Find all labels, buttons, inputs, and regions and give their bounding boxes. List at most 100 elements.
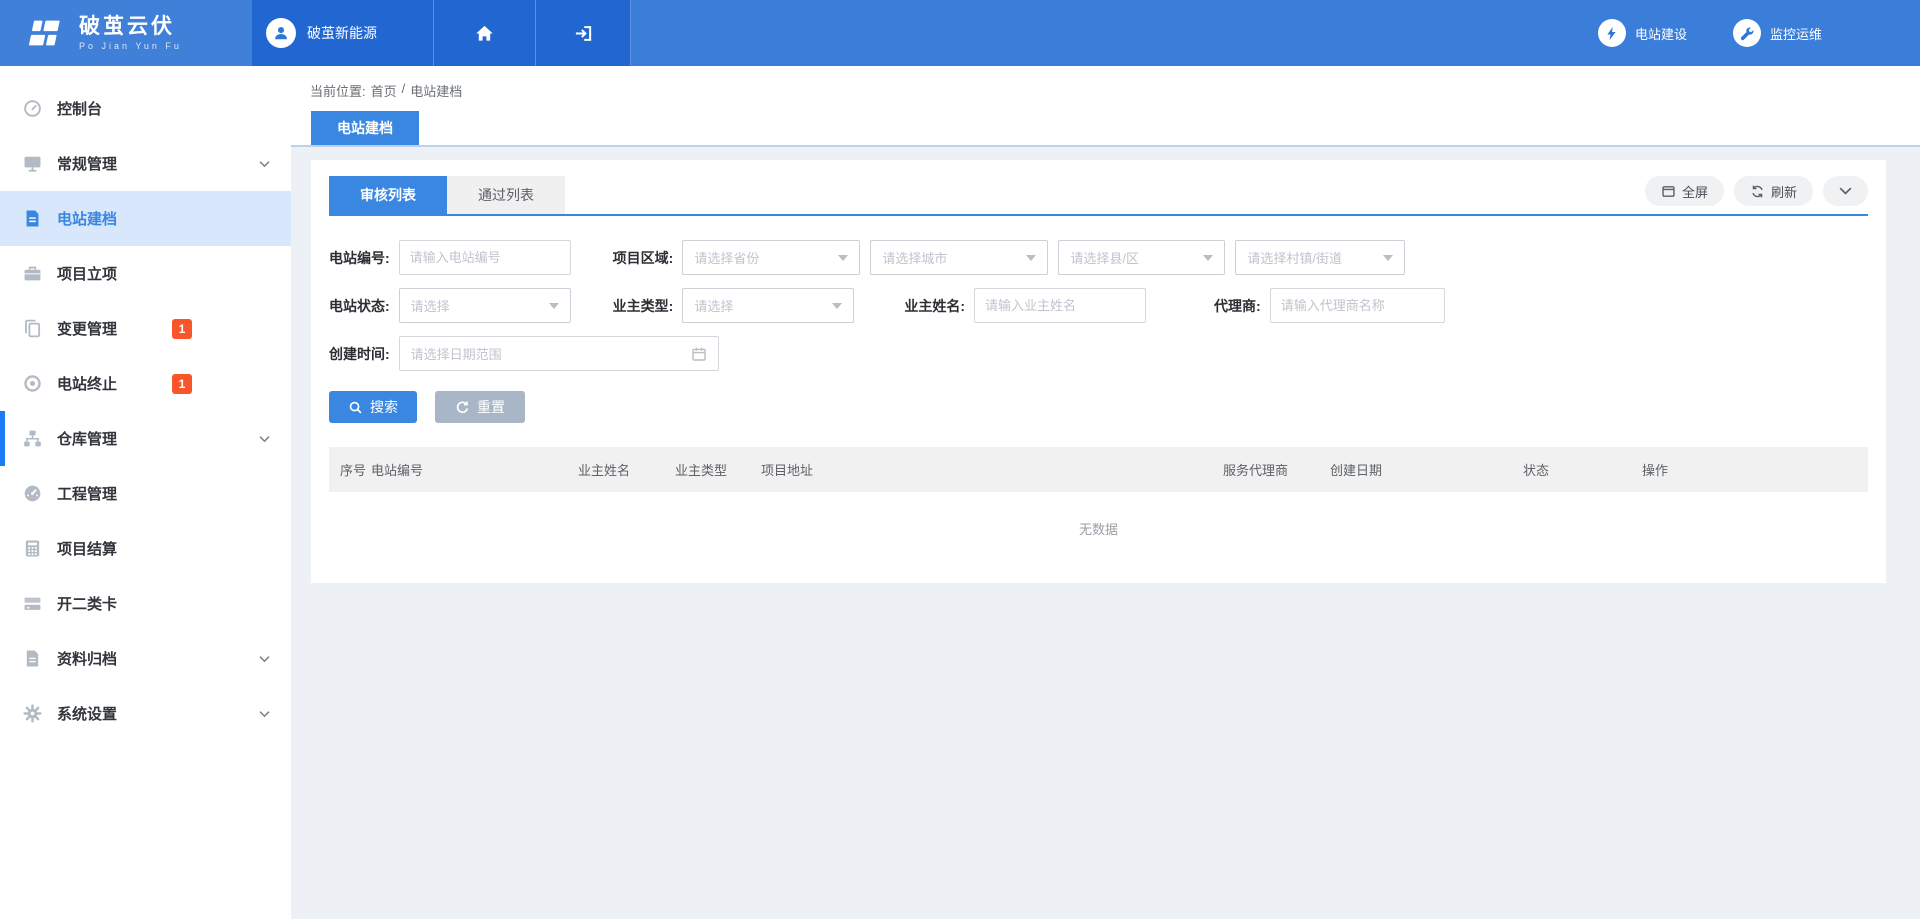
notification-badge: 1 [172, 319, 192, 339]
reset-icon [455, 400, 470, 415]
search-button[interactable]: 搜索 [329, 391, 417, 423]
filter-station-status: 电站状态: 请选择 [329, 288, 571, 323]
sidebar-item-label: 电站建档 [57, 208, 117, 229]
panel-tabs: 审核列表 通过列表 [329, 176, 565, 214]
sidebar-item-general-mgmt[interactable]: 常规管理 [0, 136, 291, 191]
module-monitor-ops[interactable]: 监控运维 [1733, 19, 1822, 47]
panel-header: 审核列表 通过列表 全屏 [329, 176, 1868, 216]
filter-owner-name: 业主姓名: [904, 288, 1146, 323]
county-select[interactable]: 请选择县/区 [1058, 240, 1225, 275]
fullscreen-label: 全屏 [1682, 182, 1708, 201]
home-button[interactable] [433, 0, 535, 66]
brand-text: 破茧云伏 Po Jian Yun Fu [79, 15, 182, 51]
breadcrumb: 当前位置: 首页 / 电站建档 [291, 66, 1920, 100]
column-header: 电站编号 [371, 460, 578, 479]
tab-review-list[interactable]: 审核列表 [329, 176, 447, 214]
top-bar: 破茧云伏 Po Jian Yun Fu 破茧新能源 [0, 0, 1920, 66]
breadcrumb-prefix: 当前位置: [310, 81, 366, 100]
sidebar-item-console[interactable]: 控制台 [0, 81, 291, 136]
sidebar-item-label: 开二类卡 [57, 593, 117, 614]
owner-name-input[interactable] [974, 288, 1146, 323]
agent-input[interactable] [1270, 288, 1445, 323]
town-select[interactable]: 请选择村镇/街道 [1235, 240, 1405, 275]
owner-type-label: 业主类型: [613, 296, 674, 316]
sidebar: 控制台 常规管理 电站建档 [0, 66, 291, 919]
fullscreen-button[interactable]: 全屏 [1645, 176, 1724, 206]
owner-type-select[interactable]: 请选择 [682, 288, 854, 323]
lightning-icon [1598, 19, 1626, 47]
sidebar-item-label: 系统设置 [57, 703, 117, 724]
refresh-icon [1750, 184, 1765, 199]
brand-title: 破茧云伏 [79, 15, 182, 38]
caret-down-icon [832, 303, 842, 309]
filter-row-2: 电站状态: 请选择 业主类型: 请选择 业主 [329, 288, 1868, 323]
record-icon [23, 374, 42, 393]
sidebar-item-warehouse-mgmt[interactable]: 仓库管理 [0, 411, 291, 466]
notification-badge: 1 [172, 374, 192, 394]
top-nav: 破茧新能源 [252, 0, 631, 66]
column-header: 业主类型 [675, 460, 761, 479]
sidebar-item-type2-card[interactable]: 开二类卡 [0, 576, 291, 631]
sidebar-item-system-settings[interactable]: 系统设置 [0, 686, 291, 741]
filter-actions: 搜索 重置 [329, 391, 1868, 423]
sidebar-item-station-archive[interactable]: 电站建档 [0, 191, 291, 246]
home-icon [475, 24, 494, 43]
owner-name-label: 业主姓名: [904, 296, 965, 316]
chevron-down-icon [259, 710, 270, 717]
sidebar-item-data-archive[interactable]: 资料归档 [0, 631, 291, 686]
refresh-button[interactable]: 刷新 [1734, 176, 1813, 206]
calculator-icon [23, 539, 42, 558]
date-range-picker[interactable]: 请选择日期范围 [399, 336, 719, 371]
sign-out-icon [574, 24, 593, 43]
sitemap-icon [23, 429, 42, 448]
collapse-button[interactable] [1823, 176, 1868, 206]
sidebar-item-engineering-mgmt[interactable]: 工程管理 [0, 466, 291, 521]
page-tab-station-archive[interactable]: 电站建档 [311, 111, 419, 145]
gear-icon [23, 704, 42, 723]
province-select[interactable]: 请选择省份 [682, 240, 860, 275]
caret-down-icon [549, 303, 559, 309]
column-header: 服务代理商 [1223, 460, 1330, 479]
breadcrumb-separator: / [402, 81, 406, 100]
main-content: 当前位置: 首页 / 电站建档 电站建档 审核列表 通过列表 [291, 66, 1920, 919]
sidebar-item-station-termination[interactable]: 电站终止 1 [0, 356, 291, 411]
sidebar-item-label: 控制台 [57, 98, 102, 119]
sidebar-item-project-settlement[interactable]: 项目结算 [0, 521, 291, 576]
user-menu[interactable]: 破茧新能源 [252, 0, 433, 66]
reset-button[interactable]: 重置 [435, 391, 525, 423]
filter-region: 项目区域: 请选择省份 请选择城市 请选择县/区 [613, 240, 1406, 275]
filter-station-no: 电站编号: [329, 240, 571, 275]
sidebar-item-label: 工程管理 [57, 483, 117, 504]
caret-down-icon [1026, 255, 1036, 261]
module-label: 监控运维 [1770, 24, 1822, 43]
briefcase-icon [23, 264, 42, 283]
region-label: 项目区域: [613, 248, 674, 268]
agent-label: 代理商: [1214, 296, 1261, 316]
filter-owner-type: 业主类型: 请选择 [613, 288, 855, 323]
chevron-down-icon [259, 655, 270, 662]
sidebar-item-change-mgmt[interactable]: 变更管理 1 [0, 301, 291, 356]
column-header: 业主姓名 [578, 460, 675, 479]
column-header: 操作 [1642, 460, 1868, 479]
breadcrumb-current: 电站建档 [410, 81, 462, 100]
station-status-label: 电站状态: [329, 296, 390, 316]
chevron-down-icon [1839, 187, 1852, 195]
wrench-icon [1733, 19, 1761, 47]
station-status-select[interactable]: 请选择 [399, 288, 571, 323]
sidebar-item-project-initiation[interactable]: 项目立项 [0, 246, 291, 301]
brand-logo-icon [24, 14, 66, 52]
brand-logo[interactable]: 破茧云伏 Po Jian Yun Fu [0, 0, 252, 66]
city-select[interactable]: 请选择城市 [870, 240, 1048, 275]
breadcrumb-home-link[interactable]: 首页 [371, 81, 397, 100]
logout-button[interactable] [535, 0, 631, 66]
station-no-input[interactable] [399, 240, 571, 275]
empty-state: 无数据 [329, 492, 1868, 583]
sidebar-item-label: 项目结算 [57, 538, 117, 559]
gauge-icon [23, 99, 42, 118]
module-station-build[interactable]: 电站建设 [1598, 19, 1687, 47]
sidebar-item-label: 项目立项 [57, 263, 117, 284]
panel-toolbar: 全屏 刷新 [1645, 176, 1868, 206]
company-name: 破茧新能源 [307, 23, 377, 43]
refresh-label: 刷新 [1771, 182, 1797, 201]
tab-passed-list[interactable]: 通过列表 [447, 176, 565, 214]
